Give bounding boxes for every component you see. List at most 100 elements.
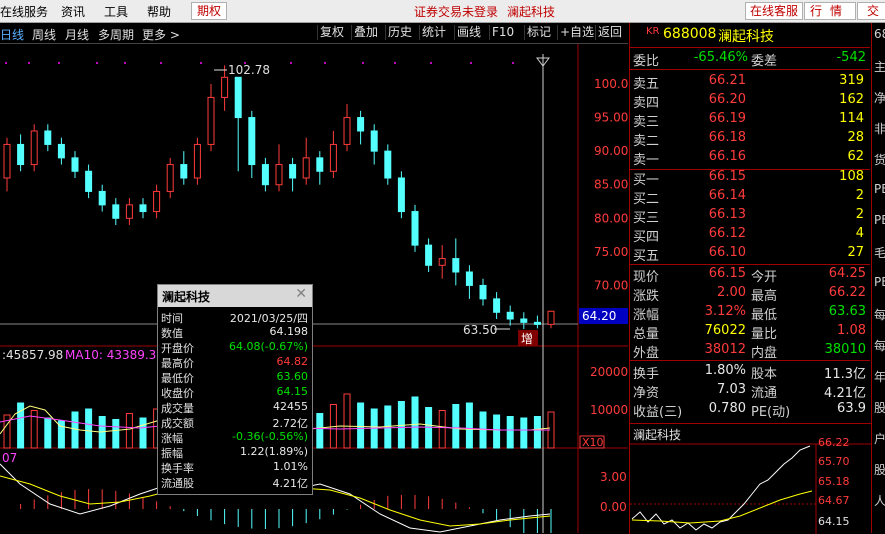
stat-label: 外盘: [633, 346, 660, 361]
tooltip-row: 流通股 4.21亿: [158, 475, 310, 490]
draw-button[interactable]: 画线: [454, 25, 481, 40]
stats-button[interactable]: 统计: [419, 25, 446, 40]
candle: [533, 321, 541, 325]
stat-value: 66.15: [708, 266, 746, 281]
ask-row[interactable]: 卖三 66.19 114: [630, 111, 868, 130]
menu-news[interactable]: 资讯: [61, 3, 85, 20]
stat-label: 总量: [633, 327, 660, 342]
chart-toolbar: 日线 周线 月线 多周期 更多 > 复权 叠加 历史 统计 画线 F10 标记 …: [0, 23, 628, 44]
kline-chart[interactable]: 100.095.0090.0085.0080.0075.0070.0065.00…: [0, 44, 628, 533]
ask-row[interactable]: 卖四 66.20 162: [630, 92, 868, 111]
ask-row[interactable]: 卖五 66.21 319: [630, 73, 868, 92]
tab-more[interactable]: 更多 >: [142, 26, 180, 43]
stat-row: 收益(三) 0.780 PE(动) 63.9: [630, 401, 868, 420]
quote-panel: KR 688008 澜起科技 委比 -65.46% 委差 -542 卖五 66.2…: [629, 23, 872, 423]
edge-label: 主: [874, 60, 885, 74]
bid-row[interactable]: 买五 66.10 27: [630, 245, 868, 264]
stat-value: 4.21亿: [824, 386, 866, 401]
divider: [630, 69, 870, 70]
mini-tick-2: 65.70: [818, 455, 850, 468]
candle: [71, 157, 79, 172]
book-level-label: 买五: [633, 249, 660, 264]
menu-bar: 在线服务 资讯 工具 帮助 期权 证券交易未登录 澜起科技 在线客服 行情 交: [0, 0, 885, 23]
tooltip-row: 振幅 1.22(1.89%): [158, 445, 310, 460]
tooltip-key: 时间: [161, 312, 183, 325]
candle: [44, 130, 52, 145]
menu-online-service[interactable]: 在线服务: [0, 3, 48, 20]
book-price: 66.21: [708, 73, 746, 88]
book-volume: 162: [839, 92, 864, 107]
quote-button[interactable]: 行情: [804, 2, 856, 20]
candle: [57, 143, 65, 159]
price-tick: 100.0: [594, 77, 628, 91]
overlay-button[interactable]: 叠加: [351, 25, 378, 40]
menu-help[interactable]: 帮助: [147, 3, 171, 20]
edge-label: 每: [874, 308, 885, 322]
price-tick: 80.00: [594, 211, 628, 225]
stat-value: 1.80%: [704, 363, 746, 378]
book-level-label: 买三: [633, 211, 660, 226]
edge-label: 68: [874, 27, 885, 41]
volume-bar: [452, 404, 460, 449]
online-service-button[interactable]: 在线客服: [745, 2, 803, 20]
menu-tools[interactable]: 工具: [104, 3, 128, 20]
tab-weekly[interactable]: 周线: [32, 26, 56, 43]
stat-value: 1.08: [837, 323, 866, 338]
book-volume: 2: [855, 188, 864, 203]
tab-monthly[interactable]: 月线: [65, 26, 89, 43]
tooltip-key: 涨幅: [161, 432, 183, 445]
tab-daily[interactable]: 日线: [0, 26, 24, 43]
volume-tick-20000: 20000: [590, 365, 628, 379]
tooltip-row: 最高价 64.82: [158, 355, 310, 370]
tooltip-value: 2021/03/25/四: [229, 312, 308, 325]
right-info-column: 68主净非货PEPE毛PE每每年股户股人: [871, 23, 885, 533]
candle: [316, 157, 324, 172]
tooltip-key: 振幅: [161, 447, 183, 460]
stat-label: 净资: [633, 386, 660, 401]
tooltip-key: 最高价: [161, 357, 194, 370]
candle: [493, 298, 501, 313]
close-icon[interactable]: ✕: [295, 286, 307, 302]
add-watchlist-button[interactable]: +自选: [557, 25, 594, 40]
tooltip-key: 开盘价: [161, 342, 194, 355]
divider: [630, 47, 870, 48]
menu-options[interactable]: 期权: [191, 2, 227, 20]
volume-bar: [465, 402, 473, 449]
mark-button[interactable]: 标记: [524, 25, 551, 40]
edge-label: PE: [874, 182, 885, 196]
candle: [234, 76, 242, 119]
bid-row[interactable]: 买四 66.12 4: [630, 226, 868, 245]
tooltip-header: 澜起科技 ✕: [158, 285, 312, 307]
tab-multi-period[interactable]: 多周期: [98, 26, 134, 43]
book-price: 66.18: [708, 130, 746, 145]
ask-row[interactable]: 卖一 66.16 62: [630, 149, 868, 168]
stat-label: 收益(三): [633, 405, 683, 420]
edge-label: 毛: [874, 246, 885, 260]
candle: [98, 190, 106, 206]
edge-label: 净: [874, 91, 885, 105]
macd-tick-3: 3.00: [600, 470, 627, 484]
volume-bar: [506, 416, 514, 449]
stat-value: 38010: [824, 342, 866, 357]
login-status[interactable]: 证券交易未登录: [414, 3, 498, 20]
history-button[interactable]: 历史: [385, 25, 412, 40]
f10-button[interactable]: F10: [489, 25, 514, 40]
ask-row[interactable]: 卖二 66.18 28: [630, 130, 868, 149]
bid-row[interactable]: 买一 66.15 108: [630, 169, 868, 188]
tooltip-value: 1.22(1.89%): [239, 445, 308, 458]
order-diff-label: 委差: [751, 54, 778, 69]
bid-row[interactable]: 买三 66.13 2: [630, 207, 868, 226]
stat-value: 66.22: [828, 285, 866, 300]
edge-label: 股: [874, 401, 885, 415]
edge-label: 每: [874, 339, 885, 353]
tooltip-row: 换手率 1.01%: [158, 460, 310, 475]
candle: [357, 117, 365, 132]
adjust-button[interactable]: 复权: [317, 25, 344, 40]
high-price-label: 102.78: [228, 63, 270, 77]
back-button[interactable]: 返回: [595, 25, 622, 40]
trade-button[interactable]: 交: [857, 2, 885, 20]
bid-row[interactable]: 买二 66.14 2: [630, 188, 868, 207]
candle: [302, 157, 310, 179]
menu-stock-name: 澜起科技: [507, 5, 556, 19]
mini-chart[interactable]: 澜起科技 66.22 65.70 65.18 64.67 64.15: [629, 423, 872, 534]
